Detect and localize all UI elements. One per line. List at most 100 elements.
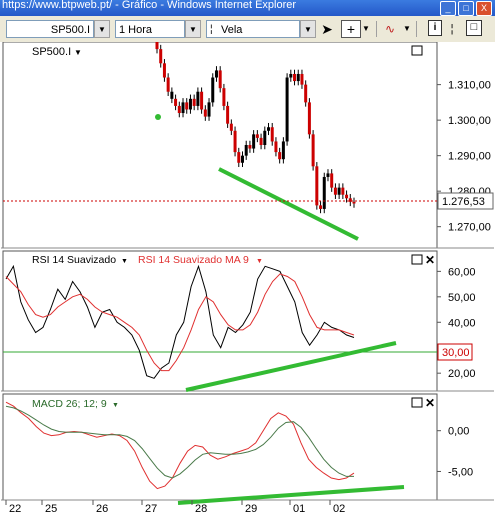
chart-area[interactable]: SP500.I ▼ 1.310,001.300,001.290,001.280,… [0, 42, 495, 515]
candle-body [345, 194, 349, 199]
info-button[interactable]: i [428, 20, 442, 36]
candle-body [285, 77, 289, 142]
rsi-maximize-button[interactable] [411, 254, 423, 265]
candle-body [229, 123, 233, 131]
candle-body [218, 70, 222, 89]
rsi-ma-dropdown-icon[interactable]: ▼ [256, 258, 263, 265]
candle-body [226, 105, 230, 124]
candle-body [244, 145, 248, 156]
window-layout-button[interactable]: □ [466, 20, 482, 36]
candle-body [263, 130, 267, 145]
macd-close-icon[interactable]: ✕ [425, 396, 435, 410]
candle-body [222, 88, 226, 106]
price-axis-label: 1.270,00 [448, 222, 491, 234]
rsi-panel: RSI 14 Suavizado ▼ RSI 14 Suavizado MA 9… [1, 250, 494, 392]
macd-maximize-button[interactable] [411, 397, 423, 408]
rsi-label: RSI 14 Suavizado [32, 254, 116, 266]
pointer-icon[interactable]: ➤ [320, 20, 334, 38]
rsi-axis-label: 20,00 [448, 368, 476, 380]
price-panel-maximize-button[interactable] [411, 45, 423, 56]
candle-body [333, 187, 337, 195]
candle-body [233, 130, 237, 153]
time-axis-label: 28 [195, 503, 207, 515]
rsi-axis-label: 50,00 [448, 292, 476, 304]
indicator-icon[interactable]: ∿ [380, 20, 400, 38]
rsi-axis-label: 60,00 [448, 266, 476, 278]
price-axis-label: 1.310,00 [448, 80, 491, 92]
time-axis-label: 27 [145, 503, 157, 515]
candle-body [315, 166, 319, 206]
candle-body [196, 91, 200, 106]
candle-body [248, 145, 252, 149]
candle-body [259, 137, 263, 145]
candle-body [237, 152, 241, 163]
candle-body [330, 173, 334, 188]
candle-body [207, 102, 211, 117]
macd-axis-label: 0,00 [448, 426, 469, 438]
rsi-level-label: 30,00 [442, 347, 470, 359]
close-button[interactable]: X [476, 1, 492, 16]
candle-body [203, 109, 207, 117]
candle-body [293, 73, 297, 82]
candle-body [270, 127, 274, 142]
candle-body [214, 70, 218, 78]
current-price-label: 1.276,53 [442, 196, 485, 208]
minimize-button[interactable]: _ [440, 1, 456, 16]
symbol-input[interactable]: SP500.I [6, 20, 94, 38]
macd-panel: MACD 26; 12; 9 ▼ ✕ [1, 393, 494, 501]
window-titlebar: https://www.btpweb.pt/ - Gráfico - Windo… [0, 0, 495, 16]
macd-axis-label: -5,00 [448, 466, 473, 478]
maximize-button[interactable]: □ [458, 1, 474, 16]
candle-body [326, 173, 330, 177]
candle-body [240, 155, 244, 163]
candle-body [296, 73, 300, 82]
price-axis-label: 1.300,00 [448, 115, 491, 127]
price-marker-dot [155, 114, 161, 120]
toolbar-separator [376, 21, 377, 37]
candle-body [174, 98, 178, 106]
candle-body [352, 201, 356, 204]
chart-type-dropdown-button[interactable]: ▼ [300, 20, 316, 38]
chart-toolbar: SP500.I ▼ 1 Hora ▼ ¦ Vela ▼ ➤ + ▼ ∿ ▼ i … [0, 16, 495, 43]
rsi-axis-label: 40,00 [448, 317, 476, 329]
interval-dropdown-button[interactable]: ▼ [185, 20, 201, 38]
macd-label: MACD 26; 12; 9 [32, 398, 107, 410]
candle-body [211, 77, 215, 103]
rsi-ma-label: RSI 14 Suavizado MA 9 [138, 254, 249, 266]
candle-body [289, 73, 293, 78]
candle-body [322, 176, 326, 209]
symbol-dropdown[interactable]: ▼ [94, 20, 110, 38]
price-series-label: SP500.I [32, 46, 71, 58]
rsi-close-icon[interactable]: ✕ [425, 253, 435, 267]
crosshair-button[interactable]: + [341, 20, 361, 38]
candle-body [170, 91, 174, 99]
candle-body [200, 91, 204, 110]
interval-select[interactable]: 1 Hora [115, 20, 185, 38]
candle-body [300, 73, 304, 85]
time-axis-label: 22 [9, 503, 21, 515]
crosshair-dropdown[interactable]: ▼ [362, 20, 370, 38]
time-axis-label: 01 [293, 503, 305, 515]
price-series-dropdown-icon[interactable]: ▼ [74, 48, 82, 57]
candle-body [278, 152, 282, 160]
candle-body [177, 105, 181, 114]
rsi-dropdown-icon[interactable]: ▼ [121, 258, 128, 265]
indicator-dropdown[interactable]: ▼ [403, 20, 411, 38]
candle-body [188, 98, 192, 110]
candle-body [255, 134, 259, 138]
candle-body [311, 134, 315, 167]
price-axis-label: 1.290,00 [448, 151, 491, 163]
candle-body [307, 102, 311, 135]
candle-body [162, 63, 166, 78]
candle-body [274, 141, 278, 153]
candle-body [337, 187, 341, 195]
symbol-value: SP500.I [50, 24, 90, 36]
candle-body [319, 205, 323, 209]
window-title: https://www.btpweb.pt/ - Gráfico - Windo… [2, 0, 297, 11]
chart-type-select[interactable]: ¦ Vela [206, 20, 300, 38]
macd-dropdown-icon[interactable]: ▼ [112, 402, 119, 409]
candle-body [281, 141, 285, 160]
candle-body [192, 98, 196, 106]
toolbar-more-icon[interactable]: ¦ [447, 20, 457, 38]
candle-icon: ¦ [210, 24, 213, 35]
